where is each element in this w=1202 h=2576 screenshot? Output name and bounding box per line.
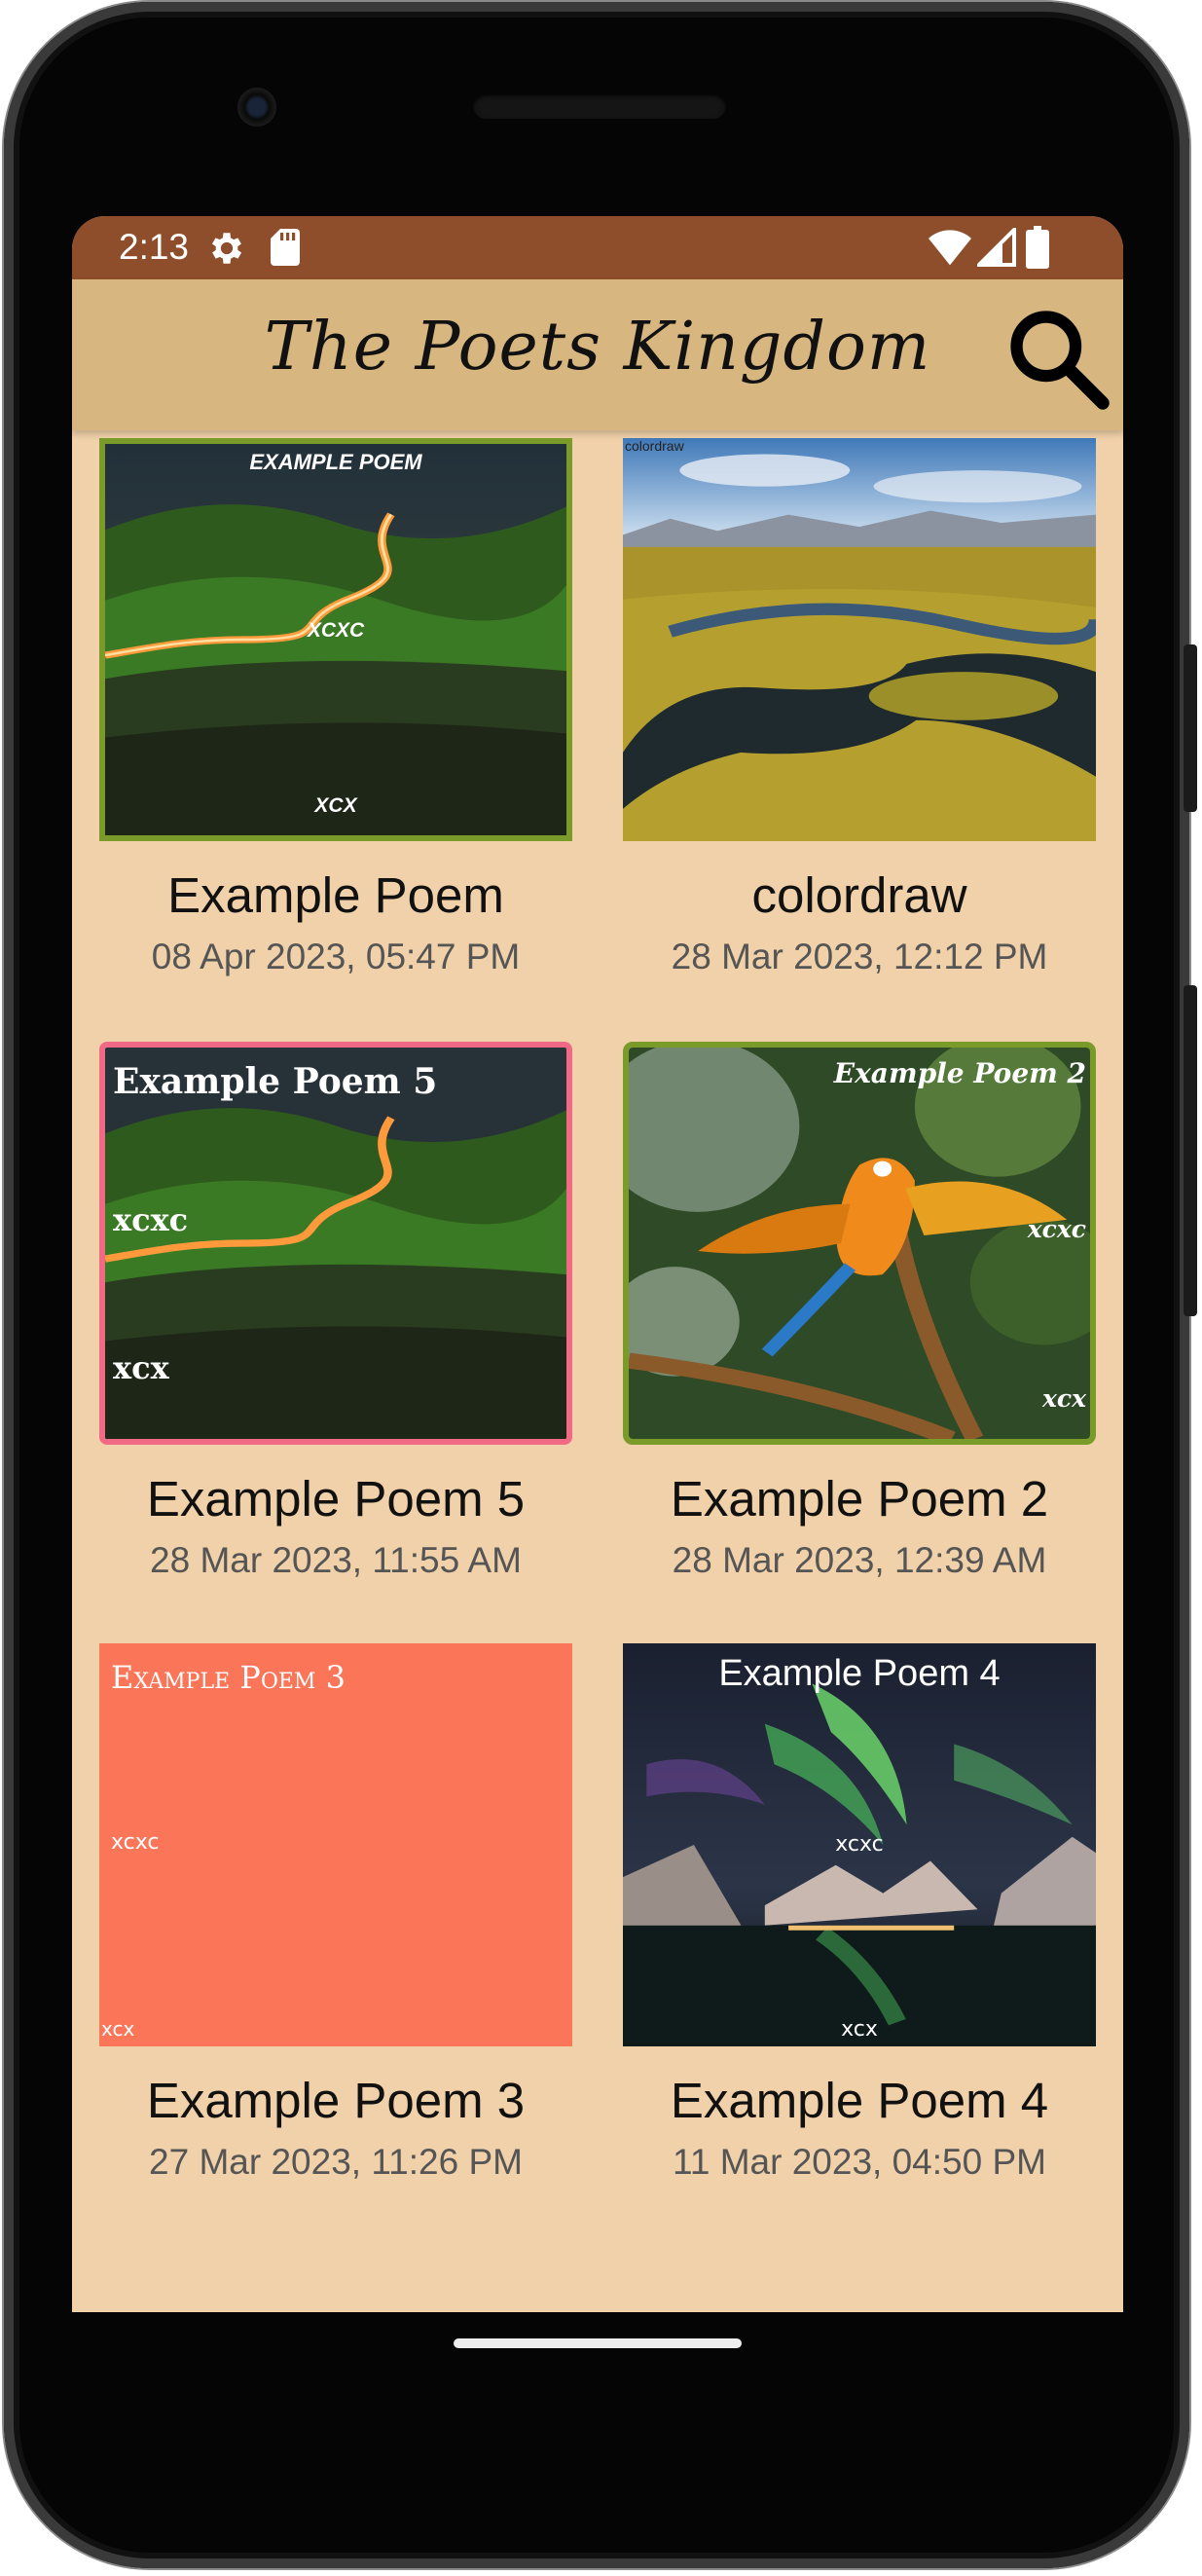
- overlay-line2: xcx: [101, 2017, 135, 2041]
- earpiece-speaker: [473, 93, 726, 119]
- home-indicator[interactable]: [454, 2338, 742, 2348]
- overlay-heading: Example Poem 4: [718, 1653, 1001, 1694]
- poem-date: 11 Mar 2023, 04:50 PM: [673, 2142, 1046, 2182]
- gear-icon: [211, 233, 242, 264]
- poem-thumbnail: EXAMPLE POEM XCXC XCX: [99, 438, 572, 841]
- power-button: [1184, 644, 1197, 812]
- app-bar: The Poets Kingdom: [72, 279, 1123, 430]
- poem-title: Example Poem 4: [670, 2073, 1049, 2128]
- landscape-image: [105, 1048, 566, 1439]
- poem-title: Example Poem 3: [146, 2073, 526, 2128]
- poem-date: 27 Mar 2023, 11:26 PM: [149, 2142, 523, 2182]
- overlay-line1: xcxc: [835, 1832, 884, 1857]
- battery-icon: [1026, 226, 1049, 269]
- poem-thumbnail: Example Poem 4 xcxc xcx: [623, 1643, 1096, 2046]
- search-button[interactable]: [1002, 303, 1111, 412]
- poem-card[interactable]: Example Poem 2 xcxc xcx Example Poem 2 2…: [623, 1042, 1096, 1606]
- poem-title: Example Poem 5: [146, 1471, 526, 1527]
- poem-date: 28 Mar 2023, 12:12 PM: [671, 937, 1048, 976]
- poem-title: colordraw: [751, 867, 967, 923]
- poem-thumbnail: Example Poem 5 xcxc xcx: [99, 1042, 572, 1445]
- overlay-heading: Example Poem 5: [113, 1061, 438, 1102]
- poem-date: 28 Mar 2023, 12:39 AM: [672, 1540, 1047, 1580]
- parrot-image: [629, 1048, 1090, 1439]
- poem-date: 08 Apr 2023, 05:47 PM: [151, 937, 521, 976]
- status-bar: 2:13: [72, 216, 1123, 279]
- overlay-line1: xcxc: [1027, 1215, 1086, 1243]
- poem-title: Example Poem 2: [670, 1471, 1049, 1527]
- overlay-line1: xcxc: [113, 1201, 189, 1238]
- poem-card[interactable]: EXAMPLE POEM XCXC XCX Example Poem 08 Ap…: [99, 438, 572, 1003]
- sd-card-icon: [271, 229, 300, 266]
- poem-title: Example Poem: [167, 867, 504, 923]
- overlay-heading: Example Poem 2: [833, 1057, 1086, 1089]
- overlay-line2: xcx: [841, 2017, 878, 2042]
- overlay-line2: XCX: [314, 794, 357, 817]
- overlay-line1: xcxc: [111, 1830, 160, 1855]
- poem-thumbnail: Example Poem 3 xcxc xcx: [99, 1643, 572, 2046]
- poem-date: 28 Mar 2023, 11:55 AM: [150, 1540, 522, 1580]
- front-camera: [237, 88, 276, 127]
- poem-card[interactable]: Example Poem 4 xcxc xcx Example Poem 4 1…: [623, 1643, 1096, 2208]
- poem-thumbnail: colordraw: [623, 438, 1096, 841]
- app-screen: 2:13 The Poets Kingdom EXAMPLE POEM XCXC…: [72, 216, 1123, 2312]
- phone-frame: 2:13 The Poets Kingdom EXAMPLE POEM XCXC…: [4, 2, 1197, 2568]
- poem-card[interactable]: colordraw colordraw 28 Mar 2023, 12:12 P…: [623, 438, 1096, 1003]
- overlay-heading: colordraw: [625, 438, 684, 454]
- wifi-icon: [929, 230, 971, 266]
- poem-thumbnail: Example Poem 2 xcxc xcx: [623, 1042, 1096, 1445]
- overlay-heading: Example Poem 3: [111, 1659, 346, 1696]
- overlay-line2: xcx: [1041, 1384, 1086, 1413]
- app-title: The Poets Kingdom: [264, 309, 931, 386]
- river-landscape-image: [623, 438, 1096, 841]
- volume-button: [1184, 985, 1197, 1316]
- poem-card[interactable]: Example Poem 5 xcxc xcx Example Poem 5 2…: [99, 1042, 572, 1606]
- overlay-line1: XCXC: [307, 619, 365, 642]
- search-icon: [1010, 311, 1110, 410]
- overlay-line2: xcx: [113, 1349, 169, 1386]
- status-time: 2:13: [119, 227, 190, 267]
- signal-icon: [977, 228, 1016, 267]
- poem-card[interactable]: Example Poem 3 xcxc xcx Example Poem 3 2…: [99, 1643, 572, 2208]
- overlay-heading: EXAMPLE POEM: [249, 450, 422, 474]
